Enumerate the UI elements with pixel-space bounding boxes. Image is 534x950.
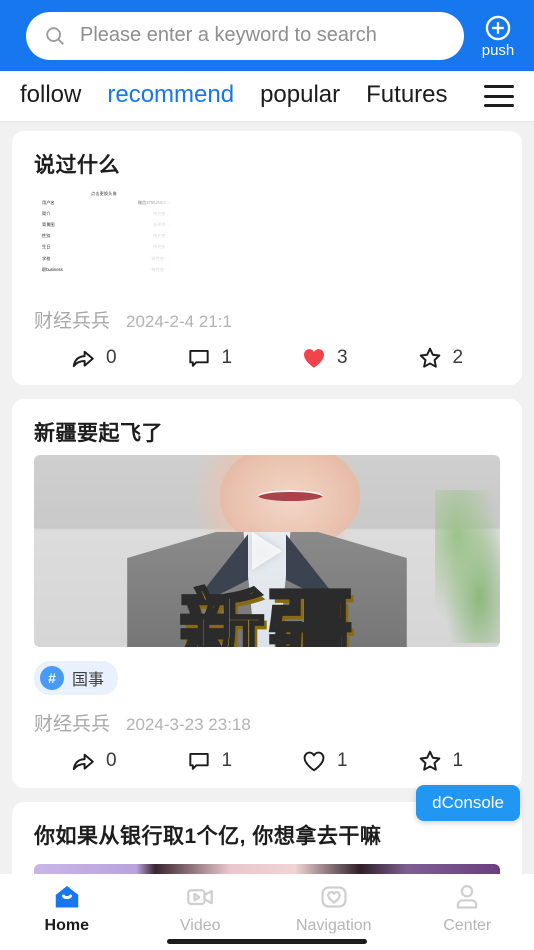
embedded-form-row: 简介 待完善 › (34, 208, 174, 219)
like-count: 3 (337, 347, 348, 368)
row-label: 性别 (42, 233, 51, 239)
card-title: 说过什么 (34, 154, 120, 177)
feed-list[interactable]: 说过什么 点击更换头像 用户名 微信37552N03 › 简介 待完善 › 背景图 … (0, 121, 534, 874)
favorite-action[interactable]: 2 (385, 345, 501, 371)
embedded-form-row: 用户名 微信37552N03 › (34, 197, 174, 208)
embedded-form-heading: 点击更换头像 (91, 191, 117, 196)
like-action[interactable]: 3 (269, 345, 385, 371)
card-title: 你如果从银行取1个亿, 你想拿去干嘛 (34, 825, 382, 848)
row-label: 用户名 (42, 199, 55, 205)
card-meta: 财经兵兵 2024-3-23 23:18 (34, 709, 500, 736)
plus-circle-icon (485, 15, 511, 40)
heart-square-icon (321, 886, 347, 908)
heart-icon (303, 751, 325, 772)
nav-label-video: Video (179, 917, 221, 934)
push-label: push (481, 41, 515, 59)
card-actions: 0 1 3 2 (34, 345, 500, 371)
row-value: 去更换 › (153, 221, 170, 228)
row-label: 学校 (42, 255, 51, 261)
favorite-count: 2 (452, 347, 464, 368)
row-label: 简介 (42, 210, 51, 216)
hamburger-menu-icon[interactable] (484, 85, 514, 107)
row-label: 背景图 (42, 221, 55, 227)
share-icon (72, 753, 94, 771)
share-count: 0 (106, 347, 117, 368)
card-date: 2024-2-4 21:1 (126, 312, 232, 331)
nav-label-home: Home (44, 917, 89, 934)
push-button[interactable]: push (470, 14, 526, 58)
share-action[interactable]: 0 (34, 748, 154, 774)
nav-label-navigation: Navigation (295, 917, 372, 934)
comment-icon (188, 752, 209, 770)
comment-action[interactable]: 1 (154, 345, 270, 371)
video-mouth (257, 489, 323, 502)
tab-popular[interactable]: popular (260, 81, 340, 112)
row-value: 待完善 › (153, 233, 170, 239)
share-icon (72, 350, 94, 368)
share-count: 0 (106, 750, 117, 771)
nav-item-video[interactable]: Video (134, 882, 268, 935)
embedded-form-row: 职business 待完善* › (34, 264, 174, 275)
user-icon (457, 885, 478, 909)
search-input[interactable] (80, 24, 446, 47)
app-header: push (0, 0, 534, 71)
tab-follow[interactable]: follow (20, 81, 81, 112)
home-indicator (167, 939, 367, 944)
category-tab-bar: follow recommend popular Futures (0, 71, 534, 121)
video-camera-icon (187, 889, 214, 906)
embedded-form-row: 学校 待完善* › (34, 253, 174, 264)
card-thumbnail-image[interactable]: 点击更换头像 用户名 微信37552N03 › 简介 待完善 › 背景图 去更换 › … (34, 187, 174, 292)
tab-list: follow recommend popular Futures (20, 81, 476, 112)
comment-icon (188, 349, 209, 367)
comment-action[interactable]: 1 (154, 748, 270, 774)
like-count: 1 (337, 750, 348, 771)
feed-card[interactable]: 说过什么 点击更换头像 用户名 微信37552N03 › 简介 待完善 › 背景图 … (12, 131, 522, 385)
card-thumbnail-image[interactable] (34, 864, 500, 874)
heart-icon (304, 349, 324, 368)
search-bar[interactable] (26, 11, 464, 60)
row-value: 待完善* › (151, 266, 170, 273)
video-overlay-text: 新疆 (178, 580, 355, 647)
hash-icon: # (40, 666, 64, 690)
card-title: 新疆要起飞了 (34, 422, 163, 445)
row-value: 待完善 › (153, 244, 170, 250)
favorite-count: 1 (452, 750, 464, 771)
row-value: 待完善 › (153, 210, 170, 217)
card-video-thumbnail[interactable]: 新疆 (34, 455, 500, 647)
card-author: 财经兵兵 (34, 311, 111, 332)
favorite-action[interactable]: 1 (385, 748, 501, 774)
nav-label-center: Center (443, 917, 492, 934)
row-label: 生日 (42, 244, 51, 250)
row-value: 微信37552N03 › (137, 199, 170, 206)
row-value: 待完善* › (151, 255, 170, 262)
comment-count: 1 (221, 750, 233, 771)
card-actions: 0 1 1 1 (34, 748, 500, 774)
topic-tag[interactable]: # 国事 (34, 661, 119, 695)
dconsole-button[interactable]: dConsole (416, 785, 520, 821)
topic-tag-label: 国事 (72, 672, 105, 689)
comment-count: 1 (221, 347, 233, 368)
star-icon (419, 750, 440, 771)
card-date: 2024-3-23 23:18 (126, 715, 251, 734)
card-meta: 财经兵兵 2024-2-4 21:1 (34, 306, 500, 333)
embedded-form-row: 背景图 去更换 › (34, 219, 174, 230)
card-author: 财经兵兵 (34, 714, 111, 735)
embedded-form-row: 生日 待完善 › (34, 242, 174, 253)
like-action[interactable]: 1 (269, 748, 385, 774)
nav-item-center[interactable]: Center (401, 882, 534, 935)
search-icon (46, 26, 64, 45)
home-icon (55, 886, 78, 908)
star-icon (419, 347, 440, 368)
row-label: 职business (42, 266, 63, 272)
embedded-form-row: 性别 待完善 › (34, 231, 174, 242)
share-action[interactable]: 0 (34, 345, 154, 371)
tab-recommend[interactable]: recommend (107, 81, 234, 112)
nav-item-home[interactable]: Home (0, 882, 134, 935)
feed-card[interactable]: 新疆要起飞了 新疆 # 国事 财经兵兵 2024-3-23 23:18 0 1 … (12, 399, 522, 788)
play-icon[interactable] (252, 532, 282, 570)
tab-futures[interactable]: Futures (366, 81, 447, 112)
nav-item-navigation[interactable]: Navigation (267, 882, 401, 935)
bottom-navigation: Home Video Navigation Center (0, 874, 534, 950)
